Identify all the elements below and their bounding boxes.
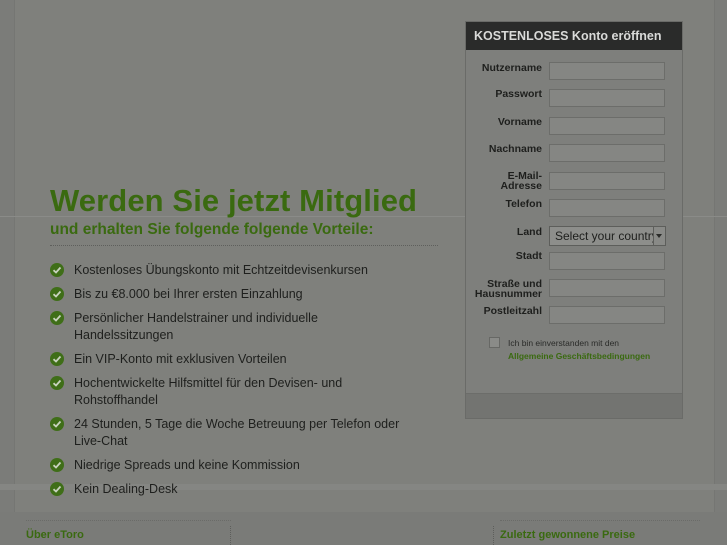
list-item: Niedrige Spreads und keine Kommission [50, 457, 420, 474]
firstname-label: Vorname [497, 116, 542, 128]
benefit-text: Niedrige Spreads und keine Kommission [74, 458, 300, 472]
list-item: Persönlicher Handelstrainer und individu… [50, 310, 420, 344]
email-input[interactable] [549, 172, 665, 190]
footer-prizes-link[interactable]: Zuletzt gewonnene Preise [500, 529, 635, 541]
city-label: Stadt [515, 250, 542, 262]
divider [230, 526, 232, 545]
phone-input[interactable] [549, 199, 665, 217]
benefit-text: Ein VIP-Konto mit exklusiven Vorteilen [74, 352, 287, 366]
password-input[interactable] [549, 89, 665, 107]
benefit-text: 24 Stunden, 5 Tage die Woche Betreuung p… [74, 417, 400, 448]
list-item: Kein Dealing-Desk [50, 481, 420, 498]
username-input[interactable] [549, 62, 665, 80]
check-circle-icon [50, 287, 64, 301]
list-item: Kostenloses Übungskonto mit Echtzeitdevi… [50, 262, 420, 279]
benefit-text: Hochentwickelte Hilfsmittel für den Devi… [74, 376, 343, 407]
lastname-label: Nachname [488, 143, 542, 155]
zip-input[interactable] [549, 306, 665, 324]
benefit-text: Kein Dealing-Desk [74, 482, 178, 496]
terms-link[interactable]: Allgemeine Geschäftsbedingungen [508, 350, 650, 363]
terms-checkbox[interactable] [489, 337, 500, 348]
chevron-down-icon[interactable] [653, 227, 665, 245]
check-circle-icon [50, 458, 64, 472]
hero-subtitle: und erhalten Sie folgende folgende Vorte… [50, 221, 374, 238]
country-select-value: Select your country [555, 229, 653, 243]
check-circle-icon [50, 311, 64, 325]
form-heading: KOSTENLOSES Konto eröffnen [466, 22, 682, 50]
country-select[interactable]: Select your country [549, 226, 666, 246]
username-label: Nutzername [481, 62, 542, 74]
terms-label: Ich bin einverstanden mit den [508, 338, 620, 348]
footer-about-link[interactable]: Über eToro [26, 529, 84, 541]
password-label: Passwort [495, 88, 542, 100]
list-item: Hochentwickelte Hilfsmittel für den Devi… [50, 375, 420, 409]
check-circle-icon [50, 263, 64, 277]
hero-title: Werden Sie jetzt Mitglied [50, 183, 418, 218]
check-circle-icon [50, 352, 64, 366]
divider [50, 245, 438, 246]
check-circle-icon [50, 417, 64, 431]
email-label: E-Mail-Adresse [500, 170, 542, 192]
check-circle-icon [50, 376, 64, 390]
country-label: Land [516, 226, 542, 238]
benefit-text: Bis zu €8.000 bei Ihrer ersten Einzahlun… [74, 287, 303, 301]
benefit-text: Kostenloses Übungskonto mit Echtzeitdevi… [74, 263, 368, 277]
lastname-input[interactable] [549, 144, 665, 162]
list-item: Bis zu €8.000 bei Ihrer ersten Einzahlun… [50, 286, 420, 303]
list-item: Ein VIP-Konto mit exklusiven Vorteilen [50, 351, 420, 368]
divider [26, 520, 231, 522]
benefits-list: Kostenloses Übungskonto mit Echtzeitdevi… [50, 262, 420, 505]
zip-label: Postleitzahl [483, 305, 542, 317]
check-circle-icon [50, 482, 64, 496]
terms-text: Ich bin einverstanden mit den Allgemeine… [508, 337, 650, 363]
benefit-text: Persönlicher Handelstrainer und individu… [74, 311, 318, 342]
signup-form: KOSTENLOSES Konto eröffnen Nutzername Pa… [465, 21, 683, 419]
form-footer [466, 393, 682, 418]
firstname-input[interactable] [549, 117, 665, 135]
street-input[interactable] [549, 279, 665, 297]
divider [493, 526, 495, 545]
street-label: Straße und Hausnummer [474, 278, 542, 300]
phone-label: Telefon [505, 198, 542, 210]
list-item: 24 Stunden, 5 Tage die Woche Betreuung p… [50, 416, 420, 450]
city-input[interactable] [549, 252, 665, 270]
divider [500, 520, 700, 522]
